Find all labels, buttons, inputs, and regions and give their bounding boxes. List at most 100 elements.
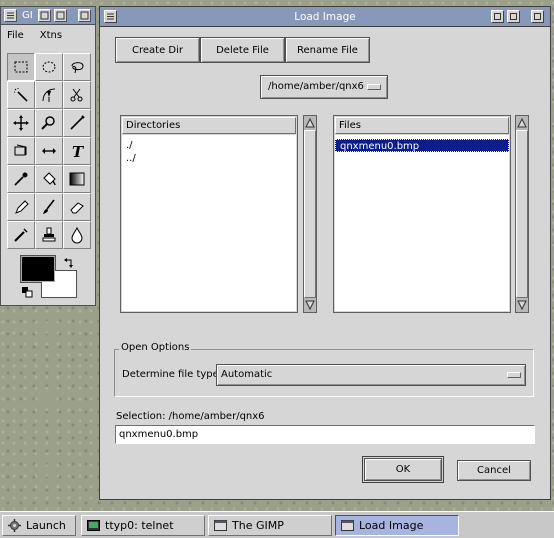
files-list-body: qnxmenu0.bmp: [335, 135, 509, 311]
scrollbar-thumb[interactable]: [516, 130, 528, 298]
gear-icon: [8, 519, 21, 532]
selection-input[interactable]: [115, 425, 535, 444]
taskbar-item-label: ttyp0: telnet: [105, 519, 174, 532]
dialog-titlebar[interactable]: Load Image: [100, 7, 550, 27]
files-header[interactable]: Files: [335, 117, 509, 134]
files-list: Files qnxmenu0.bmp: [333, 115, 511, 313]
menu-icon: [7, 12, 14, 19]
create-dir-button[interactable]: Create Dir: [115, 37, 200, 63]
directory-item[interactable]: ./: [122, 139, 296, 152]
tool-magic-wand[interactable]: [7, 81, 35, 109]
tool-magnify[interactable]: [35, 109, 63, 137]
selection-label: Selection: /home/amber/qnx6: [116, 411, 265, 422]
dialog-maximize-button[interactable]: [531, 10, 544, 23]
ok-button[interactable]: OK: [362, 456, 444, 483]
tool-intelligent-scissors[interactable]: [63, 81, 91, 109]
tool-color-picker[interactable]: [7, 165, 35, 193]
files-scrollbar[interactable]: [515, 115, 529, 313]
taskbar-launch-button[interactable]: Launch: [2, 515, 76, 536]
load-image-dialog: Load Image Create Dir Delete File Rename…: [99, 6, 551, 500]
tool-move[interactable]: [7, 109, 35, 137]
tool-paintbrush[interactable]: [35, 193, 63, 221]
directory-item[interactable]: ../: [122, 152, 296, 165]
tool-clone[interactable]: [35, 221, 63, 249]
scroll-up-icon[interactable]: [305, 118, 315, 128]
scroll-up-icon[interactable]: [517, 118, 527, 128]
tool-bezier-select[interactable]: [35, 81, 63, 109]
terminal-icon: [87, 520, 100, 531]
tool-convolve[interactable]: [63, 221, 91, 249]
gimp-icon: [214, 520, 227, 531]
delete-file-button[interactable]: Delete File: [200, 37, 285, 63]
paintbrush-icon: [43, 199, 55, 214]
window-menu-button[interactable]: [4, 9, 17, 22]
taskbar-item-label: The GIMP: [232, 519, 284, 532]
dialog-minimize-button[interactable]: [507, 10, 520, 23]
crop-icon: [70, 115, 85, 130]
tool-ellipse-select[interactable]: [35, 53, 63, 81]
taskbar-item-gimp[interactable]: The GIMP: [208, 515, 332, 536]
directories-header[interactable]: Directories: [122, 117, 296, 134]
maximize-icon: [534, 13, 541, 20]
svg-text:T: T: [72, 143, 85, 160]
menu-xtns[interactable]: Xtns: [40, 30, 62, 41]
magic-wand-icon: [14, 88, 28, 102]
intelligent-scissors-icon: [70, 88, 83, 102]
toolbox-maximize-button[interactable]: [78, 9, 91, 22]
toolbox-titlebar[interactable]: GI: [1, 7, 95, 25]
directories-scrollbar[interactable]: [303, 115, 317, 313]
gimp-toolbox-window: GI File Xtns T: [0, 6, 96, 306]
file-type-dropdown[interactable]: Automatic: [216, 364, 526, 386]
tool-rect-select[interactable]: [7, 53, 35, 81]
directories-list: Directories ./ ../: [120, 115, 298, 313]
window-icon: [341, 520, 354, 531]
tool-pencil[interactable]: [7, 193, 35, 221]
eraser-icon: [70, 202, 84, 214]
tool-crop[interactable]: [63, 109, 91, 137]
scroll-down-icon[interactable]: [517, 300, 527, 310]
lasso-icon: [71, 62, 84, 74]
toolbox-title: GI: [22, 10, 33, 21]
tool-bucket-fill[interactable]: [35, 165, 63, 193]
file-type-label: Determine file type:: [122, 369, 223, 380]
scrollbar-thumb[interactable]: [304, 130, 316, 298]
taskbar: Launch ttyp0: telnet The GIMP Load Image: [0, 511, 554, 538]
ellipse-select-icon: [42, 61, 56, 73]
tool-eraser[interactable]: [63, 193, 91, 221]
tool-transform[interactable]: [7, 137, 35, 165]
menu-file[interactable]: File: [7, 30, 24, 41]
iconify-icon: [494, 13, 501, 20]
bezier-select-icon: [42, 88, 56, 102]
dropdown-indicator-icon: [367, 84, 381, 90]
tool-lasso[interactable]: [63, 53, 91, 81]
flip-icon: [42, 148, 56, 154]
cancel-button[interactable]: Cancel: [457, 460, 531, 481]
transform-icon: [14, 144, 27, 156]
minimize-icon: [56, 11, 65, 20]
toolbox-minimize-button[interactable]: [54, 9, 67, 22]
tool-airbrush[interactable]: [7, 221, 35, 249]
dialog-iconify-button[interactable]: [491, 10, 504, 23]
file-item-selected[interactable]: qnxmenu0.bmp: [335, 139, 509, 152]
color-picker-icon: [14, 172, 28, 186]
dropdown-indicator-icon: [507, 372, 521, 378]
directory-path-dropdown[interactable]: /home/amber/qnx6: [260, 75, 388, 99]
rename-file-button[interactable]: Rename File: [285, 37, 370, 63]
file-type-value: Automatic: [221, 369, 273, 380]
toolbox-menubar: File Xtns: [1, 25, 95, 45]
dialog-title: Load Image: [294, 11, 356, 23]
pencil-icon: [15, 200, 29, 214]
swap-colors-icon[interactable]: [63, 257, 75, 269]
directories-list-body: ./ ../: [122, 135, 296, 311]
taskbar-item-telnet[interactable]: ttyp0: telnet: [81, 515, 205, 536]
toolbox-iconify-button[interactable]: [38, 9, 51, 22]
convolve-icon: [71, 226, 83, 244]
scroll-down-icon[interactable]: [305, 300, 315, 310]
tool-text[interactable]: T: [63, 137, 91, 165]
airbrush-icon: [14, 228, 28, 242]
reset-colors-icon[interactable]: [21, 286, 33, 298]
taskbar-item-load-image[interactable]: Load Image: [335, 515, 459, 536]
tool-blend[interactable]: [63, 165, 91, 193]
tool-flip[interactable]: [35, 137, 63, 165]
foreground-color-overlay: [21, 256, 55, 282]
